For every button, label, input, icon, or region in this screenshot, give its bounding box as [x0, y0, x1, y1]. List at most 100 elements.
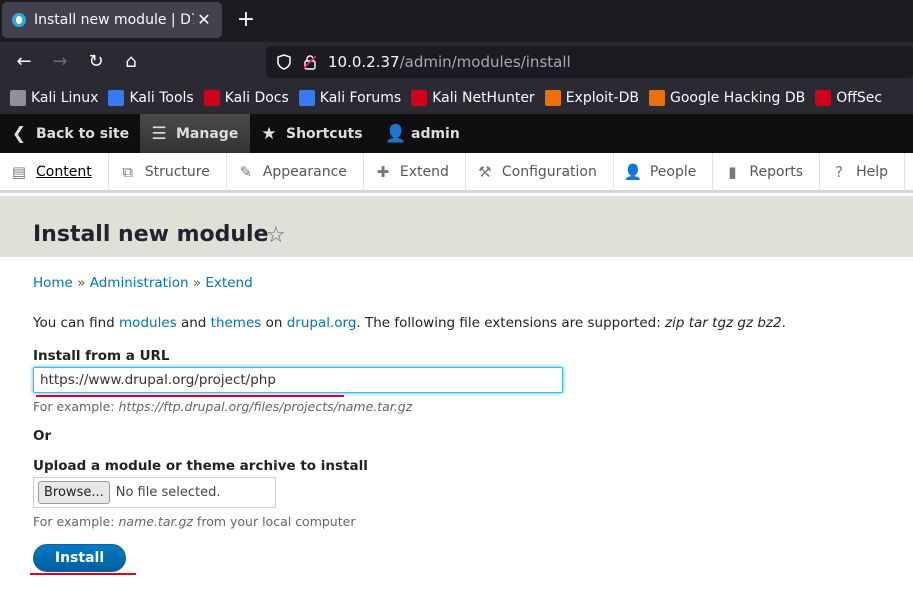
tray-item-help[interactable]: ? Help	[820, 153, 905, 191]
close-tab-icon[interactable]: ✕	[194, 10, 214, 30]
file-upload-field[interactable]: Browse... No file selected.	[33, 477, 276, 508]
install-url-label: Install from a URL	[33, 348, 170, 364]
browser-tab[interactable]: Install new module | D7 ✕	[2, 2, 222, 38]
tray-item-appearance[interactable]: ✎ Appearance	[227, 153, 364, 191]
url-text[interactable]: 10.0.2.37/admin/modules/install	[328, 53, 571, 71]
bookmarks-bar: Kali Linux Kali Tools Kali Docs Kali Forums…	[0, 82, 913, 114]
tray-item-people[interactable]: 👤 People	[614, 153, 714, 191]
user-icon: 👤	[385, 123, 407, 144]
help-icon: ?	[835, 163, 844, 181]
bookmark-label: Google Hacking DB	[669, 90, 806, 106]
star-icon: ★	[261, 123, 277, 144]
tracking-shield-icon[interactable]	[276, 54, 292, 70]
bookmark-item[interactable]: Kali Docs	[203, 90, 289, 106]
url-description: For example: https://ftp.drupal.org/file…	[33, 399, 412, 414]
desc-prefix: For example:	[33, 399, 119, 414]
drupal-org-link[interactable]: drupal.org	[287, 315, 357, 331]
breadcrumb-home[interactable]: Home	[33, 275, 73, 291]
user-label: admin	[411, 125, 460, 142]
intro-part: You can find	[33, 315, 120, 331]
tray-item-extend[interactable]: ✚ Extend	[364, 153, 466, 191]
install-url-input[interactable]	[33, 367, 563, 393]
upload-description: For example: name.tar.gz from your local…	[33, 514, 355, 529]
tray-item-reports[interactable]: ▮ Reports	[713, 153, 821, 191]
reload-icon[interactable]: ↻	[84, 50, 108, 74]
bookmark-item[interactable]: Kali NetHunter	[411, 90, 535, 106]
user-tab[interactable]: 👤 admin	[375, 114, 475, 153]
browse-button[interactable]: Browse...	[38, 481, 110, 504]
kali-docs-icon	[203, 90, 220, 106]
people-icon: 👤	[623, 163, 643, 181]
insecure-lock-icon[interactable]	[302, 54, 318, 70]
tray-label: Reports	[749, 164, 804, 180]
admin-tray: ▤ Content ⧉ Structure ✎ Appearance ✚ Extend ⚒ Con…	[0, 153, 913, 193]
or-separator: Or	[33, 428, 52, 444]
intro-text: You can find modules and themes on drupa…	[33, 315, 786, 331]
back-to-site-link[interactable]: ❮ Back to site	[0, 114, 135, 153]
tray-item-configuration[interactable]: ⚒ Configuration	[466, 153, 614, 191]
desc-prefix: For example:	[33, 514, 119, 529]
browser-nav-bar: ← → ↻ ⌂ 10.0.2.37/admin/modules/install	[0, 42, 913, 82]
intro-part: and	[176, 315, 211, 331]
bookmark-item[interactable]: Exploit-DB	[544, 90, 639, 106]
bookmark-label: Kali Tools	[129, 90, 194, 106]
bookmark-label: Exploit-DB	[565, 90, 639, 106]
file-status: No file selected.	[115, 485, 221, 500]
content-icon: ▤	[11, 163, 27, 181]
back-circle-icon: ❮	[11, 123, 27, 144]
upload-label: Upload a module or theme archive to inst…	[33, 458, 368, 474]
url-bar[interactable]: 10.0.2.37/admin/modules/install	[266, 46, 913, 78]
kali-dragon-icon	[10, 90, 26, 106]
reports-icon: ▮	[728, 163, 737, 181]
menu-icon: ☰	[151, 123, 167, 144]
tray-label: Appearance	[262, 164, 347, 180]
back-arrow-icon[interactable]: ←	[12, 50, 36, 74]
bookmark-item[interactable]: Kali Linux	[10, 90, 98, 106]
home-icon[interactable]: ⌂	[119, 50, 143, 74]
bookmark-item[interactable]: Kali Tools	[108, 90, 194, 106]
bookmark-label: OffSec	[836, 90, 883, 106]
supported-extensions: zip tar tgz gz bz2	[665, 315, 782, 331]
nethunter-icon	[411, 90, 428, 106]
breadcrumb-extend[interactable]: Extend	[205, 275, 252, 291]
extend-icon: ✚	[376, 163, 390, 181]
kali-tools-icon	[108, 90, 125, 106]
intro-part: .	[781, 315, 786, 331]
bookmark-item[interactable]: OffSec	[815, 90, 882, 106]
install-button[interactable]: Install	[33, 544, 126, 572]
structure-icon: ⧉	[122, 163, 134, 181]
breadcrumb-separator: »	[192, 275, 202, 291]
forward-arrow-icon[interactable]: →	[48, 50, 72, 74]
browser-tab-strip: Install new module | D7 ✕ +	[0, 0, 913, 42]
manage-label: Manage	[176, 125, 239, 142]
bookmark-label: Kali Linux	[31, 90, 99, 106]
offsec-icon	[815, 90, 832, 106]
intro-part: on	[261, 315, 287, 331]
intro-part: . The following file extensions are supp…	[356, 315, 666, 331]
tray-label: Help	[856, 164, 888, 180]
breadcrumb-administration[interactable]: Administration	[90, 275, 189, 291]
bookmark-label: Kali Forums	[319, 90, 402, 106]
tray-item-content[interactable]: ▤ Content	[0, 153, 109, 191]
ghdb-icon	[648, 90, 665, 106]
shortcuts-tab[interactable]: ★ Shortcuts	[250, 114, 370, 153]
red-underline-annotation	[36, 395, 344, 397]
tray-label: People	[649, 164, 697, 180]
desc-suffix: from your local computer	[192, 514, 356, 529]
add-shortcut-star-icon[interactable]: ☆	[266, 223, 286, 249]
themes-link[interactable]: themes	[211, 315, 262, 331]
new-tab-icon[interactable]: +	[234, 8, 258, 32]
tray-label: Configuration	[501, 164, 597, 180]
manage-tab[interactable]: ☰ Manage	[140, 114, 250, 153]
bookmark-item[interactable]: Kali Forums	[298, 90, 402, 106]
upload-example: name.tar.gz	[118, 514, 193, 529]
url-path: /admin/modules/install	[399, 53, 571, 71]
tray-label: Structure	[144, 164, 210, 180]
bookmark-item[interactable]: Google Hacking DB	[648, 90, 806, 106]
configuration-icon: ⚒	[478, 163, 492, 181]
breadcrumb: Home » Administration » Extend	[33, 275, 253, 291]
tray-item-structure[interactable]: ⧉ Structure	[109, 153, 227, 191]
drupal-toolbar: ❮ Back to site ☰ Manage ★ Shortcuts 👤 ad…	[0, 114, 913, 153]
kali-forums-icon	[298, 90, 315, 106]
modules-link[interactable]: modules	[119, 315, 177, 331]
